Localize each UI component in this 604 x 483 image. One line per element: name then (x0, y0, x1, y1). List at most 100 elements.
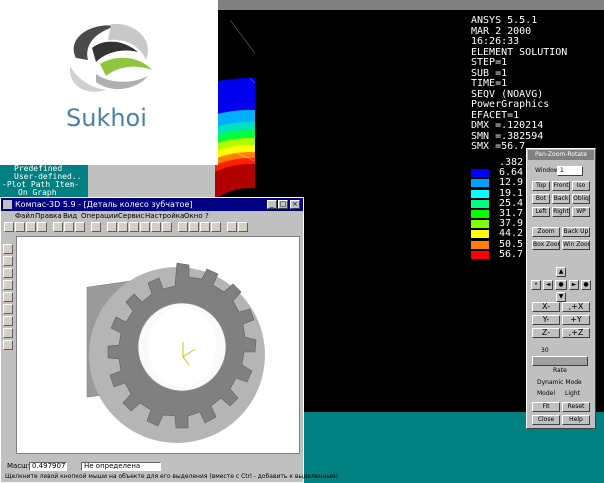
rotate-button[interactable]: Z- (532, 328, 560, 338)
menu-operations[interactable]: Операции (81, 211, 118, 221)
view-button-back[interactable]: Back (552, 194, 570, 204)
refresh-icon[interactable] (162, 222, 172, 232)
tool-measure-icon[interactable] (3, 328, 13, 338)
rate-slider[interactable] (532, 356, 588, 366)
dialog-title: Pan-Zoom-Rotate (528, 150, 594, 160)
dynamic-mode-checkbox[interactable]: Dynamic Mode (537, 379, 582, 387)
action-button-reset[interactable]: Reset (562, 402, 590, 412)
ansys-main-menu: Predefined User-defined.. -Plot Path Ite… (0, 165, 88, 197)
action-button-close[interactable]: Close (532, 415, 560, 425)
window-select[interactable]: 1 (557, 166, 583, 176)
undo-icon[interactable] (91, 222, 101, 232)
tool-arc-icon[interactable] (3, 256, 13, 266)
pan-up-icon[interactable]: ▲ (556, 267, 566, 277)
rotate-icon[interactable] (151, 222, 161, 232)
scale-field[interactable]: 0.497907 (29, 462, 67, 471)
menu-window[interactable]: Окно (184, 211, 203, 221)
tool-line-icon[interactable] (3, 244, 13, 254)
center-icon[interactable]: ● (555, 280, 567, 290)
rotate-button[interactable]: ,+Z (562, 328, 590, 338)
rotate-button[interactable]: +Y (562, 315, 590, 325)
light-radio[interactable]: Light (565, 390, 580, 398)
hidden-line-icon[interactable] (211, 222, 221, 232)
sukhoi-logo-panel: Sukhoi (0, 0, 218, 165)
view-button-wp[interactable]: WP (572, 207, 590, 217)
minimize-icon[interactable]: _ (267, 200, 277, 209)
zoom-button-back-up[interactable]: Back Up (562, 227, 590, 237)
print-icon[interactable] (37, 222, 47, 232)
layer-combo[interactable]: Не определена (81, 462, 161, 471)
copy-icon[interactable] (64, 222, 74, 232)
menu-service[interactable]: Сервис (118, 211, 144, 221)
shade-icon[interactable] (189, 222, 199, 232)
perspective-icon[interactable] (227, 222, 237, 232)
tool-dimension-icon[interactable] (3, 316, 13, 326)
view-button-bot[interactable]: Bot (532, 194, 550, 204)
readout-line: ANSYS 5.5.1 (471, 15, 538, 26)
legend-swatch (471, 179, 489, 188)
view-button-front[interactable]: Front (552, 181, 570, 191)
legend-swatch (471, 220, 489, 229)
legend-swatch (471, 230, 489, 239)
rotate-button[interactable]: X- (532, 302, 560, 312)
view-button-left[interactable]: Left (532, 207, 550, 217)
ansys-title-bar (215, 0, 604, 10)
readout-line: PowerGraphics (471, 99, 550, 110)
kompas-window: Компас-3D 5.9 - [Деталь колесо зубчатое]… (0, 197, 338, 483)
select-icon[interactable] (238, 222, 248, 232)
maximize-icon[interactable]: □ (278, 200, 288, 209)
pan-right-icon[interactable]: ► (569, 280, 579, 290)
menu-edit[interactable]: Правка (35, 211, 62, 221)
zoom-icon[interactable] (107, 222, 117, 232)
pan-left-icon[interactable]: ◄ (543, 280, 553, 290)
rotate-button[interactable]: ,+X (562, 302, 590, 312)
rate-label: Rate (553, 367, 567, 374)
zoom-button-box-zoom[interactable]: Box Zoom (532, 240, 560, 250)
paste-icon[interactable] (75, 222, 85, 232)
tool-cut-icon[interactable] (3, 304, 13, 314)
action-button-fit[interactable]: Fit (532, 402, 560, 412)
action-button-help[interactable]: Help (562, 415, 590, 425)
legend-value: 56.7 (499, 248, 524, 260)
model-radio[interactable]: Model (537, 390, 555, 398)
zoom-out-small-icon[interactable]: • (531, 280, 541, 290)
zoom-in-icon[interactable] (118, 222, 128, 232)
tool-rect-icon[interactable] (3, 280, 13, 290)
menu-view[interactable]: Вид (63, 211, 77, 221)
zoom-in-small-icon[interactable]: ● (581, 280, 591, 290)
zoom-button-win-zoom[interactable]: Win Zoom (562, 240, 590, 250)
zoom-button-zoom[interactable]: Zoom (532, 227, 560, 237)
view-icon[interactable] (178, 222, 188, 232)
kompas-model-canvas[interactable] (16, 236, 300, 454)
kompas-menu-bar: Файл Правка Вид Операции Сервис Настройк… (1, 211, 303, 221)
pan-icon[interactable] (140, 222, 150, 232)
view-button-obliq[interactable]: Obliq (572, 194, 590, 204)
tool-edit-icon[interactable] (3, 340, 13, 350)
view-button-right[interactable]: Right (552, 207, 570, 217)
rotate-button[interactable]: Y- (532, 315, 560, 325)
wireframe-icon[interactable] (200, 222, 210, 232)
window-label: Window (535, 167, 559, 174)
view-button-iso[interactable]: Iso (572, 181, 590, 191)
tool-extrude-icon[interactable] (3, 292, 13, 302)
menu-help[interactable]: ? (205, 211, 209, 221)
close-icon[interactable]: × (290, 200, 300, 209)
pan-down-icon[interactable]: ▼ (556, 292, 566, 302)
open-icon[interactable] (15, 222, 25, 232)
legend-swatch (471, 189, 489, 198)
tool-circle-icon[interactable] (3, 268, 13, 278)
menu-file[interactable]: Файл (15, 211, 34, 221)
view-button-top[interactable]: Top (532, 181, 550, 191)
zoom-out-icon[interactable] (129, 222, 139, 232)
rate-value: 30 (541, 347, 549, 354)
menu-settings[interactable]: Настройка (145, 211, 184, 221)
status-hint: Щелкните левой кнопкой мыши на объекте д… (5, 473, 338, 480)
legend-swatch (471, 240, 489, 249)
save-icon[interactable] (26, 222, 36, 232)
new-icon[interactable] (4, 222, 14, 232)
cut-icon[interactable] (53, 222, 63, 232)
ansys-info-readout: ANSYS 5.5.1 MAR 2 2000 16:26:33 ELEMENT … (471, 15, 604, 153)
legend-swatch (471, 210, 489, 218)
menu-item-on-graph[interactable]: On Graph (0, 189, 88, 197)
legend-swatch (471, 250, 489, 259)
